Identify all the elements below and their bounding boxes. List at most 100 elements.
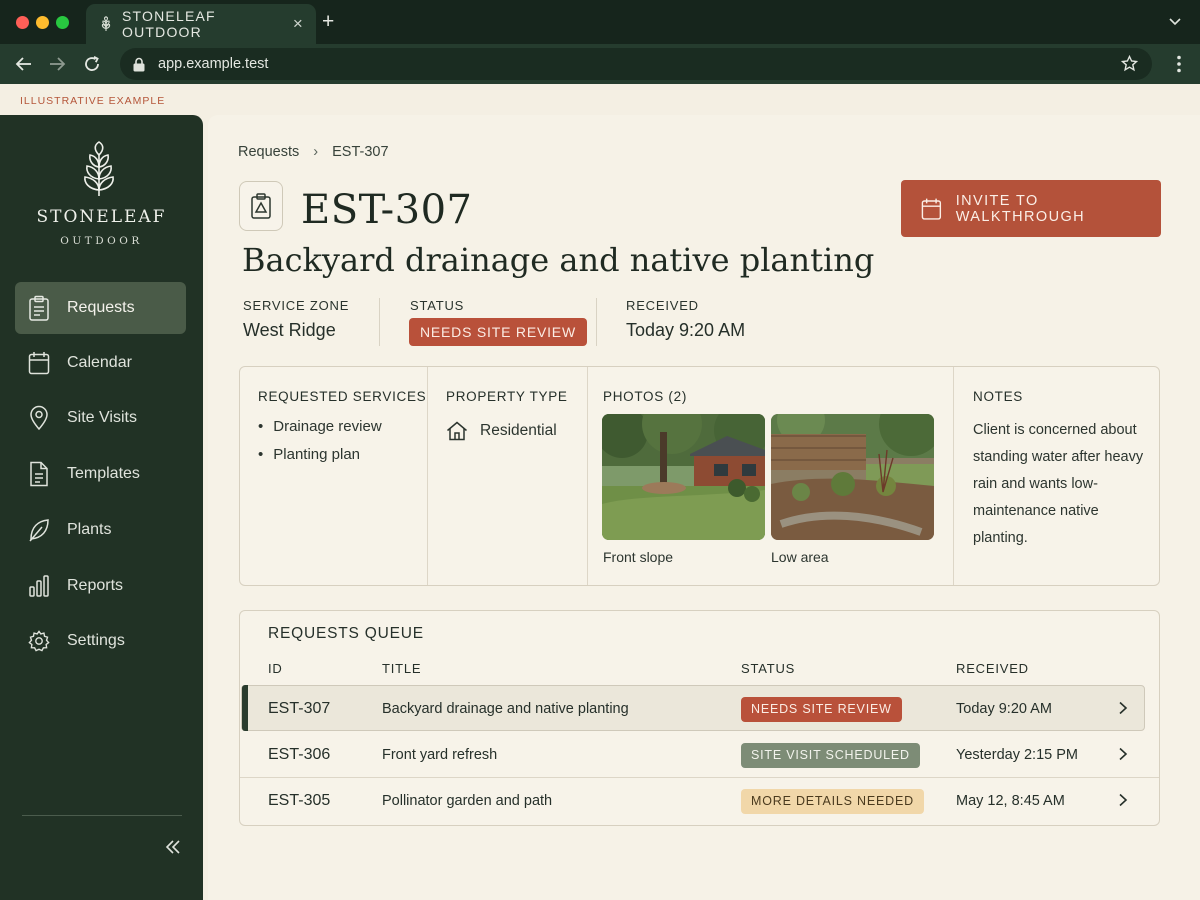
table-row[interactable]: EST-306 Front yard refresh SITE VISIT SC… — [240, 732, 1159, 778]
browser-menu-icon[interactable] — [1176, 54, 1182, 74]
column-header-id: ID — [268, 661, 283, 676]
invite-to-walkthrough-button[interactable]: INVITE TO WALKTHROUGH — [901, 180, 1161, 237]
sidebar-item-label: Templates — [67, 465, 140, 482]
notes-text: Client is concerned about standing water… — [973, 422, 1144, 546]
row-received: Yesterday 2:15 PM — [956, 747, 1078, 763]
sidebar-item-templates[interactable]: Templates — [15, 448, 186, 500]
property-type-label: PROPERTY TYPE — [446, 389, 568, 404]
status-badge: SITE VISIT SCHEDULED — [741, 742, 920, 768]
browser-toolbar: app.example.test — [0, 44, 1200, 84]
sidebar-item-label: Requests — [67, 299, 135, 316]
url-text: app.example.test — [158, 56, 269, 72]
sidebar-item-reports[interactable]: Reports — [15, 560, 186, 612]
sidebar-item-site-visits[interactable]: Site Visits — [15, 392, 186, 444]
column-divider — [587, 367, 588, 585]
photo-low-area[interactable] — [771, 414, 934, 540]
photo-front-slope[interactable] — [602, 414, 765, 540]
collapse-sidebar-icon[interactable] — [164, 839, 182, 855]
status-badge: NEEDS SITE REVIEW — [741, 696, 902, 722]
sidebar-item-settings[interactable]: Settings — [15, 615, 186, 667]
service-item: Planting plan — [258, 446, 360, 463]
status-badge: MORE DETAILS NEEDED — [741, 788, 924, 814]
calendar-icon — [921, 198, 942, 220]
sidebar: STONELEAF OUTDOOR Requests Calendar Site… — [0, 115, 203, 900]
minimize-window-button[interactable] — [36, 16, 49, 29]
meta-divider — [596, 298, 597, 346]
status-badge: NEEDS SITE REVIEW — [409, 318, 587, 346]
row-title: Pollinator garden and path — [382, 793, 553, 809]
table-row[interactable]: EST-307 Backyard drainage and native pla… — [241, 685, 1145, 731]
chevron-right-icon[interactable] — [1118, 701, 1128, 715]
row-status: NEEDS SITE REVIEW — [741, 686, 902, 732]
row-status: SITE VISIT SCHEDULED — [741, 732, 920, 778]
brand-name: STONELEAF — [36, 207, 167, 227]
back-arrow-icon[interactable] — [14, 54, 34, 74]
app-surface: ILLUSTRATIVE EXAMPLE STONELEAF OUTDOOR R… — [0, 84, 1200, 900]
bar-chart-icon — [29, 575, 49, 597]
breadcrumb-separator: › — [313, 144, 319, 160]
browser-tab[interactable]: STONELEAF OUTDOOR × — [86, 4, 316, 44]
leaf-favicon-icon — [101, 16, 111, 31]
breadcrumb: Requests › EST-307 — [238, 144, 389, 160]
chevron-right-icon[interactable] — [1118, 793, 1128, 807]
meta-divider — [379, 298, 380, 346]
sidebar-item-label: Calendar — [67, 354, 132, 371]
gear-icon — [28, 630, 50, 652]
sidebar-divider — [22, 815, 182, 816]
sidebar-item-label: Plants — [67, 521, 112, 538]
status-label: STATUS — [410, 298, 465, 313]
service-zone-label: SERVICE ZONE — [243, 298, 350, 313]
sidebar-item-requests[interactable]: Requests — [15, 282, 186, 334]
row-title: Backyard drainage and native planting — [382, 701, 629, 717]
invite-button-label: INVITE TO WALKTHROUGH — [955, 192, 1086, 225]
row-received: Today 9:20 AM — [956, 701, 1052, 717]
chevron-down-icon[interactable] — [1168, 14, 1182, 28]
column-header-status: STATUS — [741, 661, 796, 676]
received-value: Today 9:20 AM — [626, 320, 746, 340]
sidebar-item-label: Site Visits — [67, 409, 137, 426]
sidebar-item-calendar[interactable]: Calendar — [15, 337, 186, 389]
page-title: EST-307 — [301, 187, 473, 233]
photo-caption: Low area — [771, 549, 829, 565]
row-id: EST-307 — [268, 700, 331, 717]
column-header-received: RECEIVED — [956, 661, 1029, 676]
brand-subtitle: OUTDOOR — [60, 235, 143, 247]
illustrative-banner: ILLUSTRATIVE EXAMPLE — [20, 95, 166, 107]
sidebar-item-plants[interactable]: Plants — [15, 504, 186, 556]
sidebar-item-label: Settings — [67, 632, 125, 649]
breadcrumb-parent-link[interactable]: Requests — [238, 144, 299, 160]
close-window-button[interactable] — [16, 16, 29, 29]
forward-arrow-icon[interactable] — [47, 54, 67, 74]
low-area-photo-image — [771, 414, 934, 540]
photo-caption: Front slope — [603, 549, 674, 565]
row-id: EST-306 — [268, 746, 331, 763]
row-title: Front yard refresh — [382, 747, 498, 763]
maximize-window-button[interactable] — [56, 16, 69, 29]
chevron-right-icon[interactable] — [1118, 747, 1128, 761]
main-panel: Requests › EST-307 EST-307 Backyard drai… — [208, 115, 1200, 900]
property-type-value: Residential — [446, 421, 557, 441]
property-type-text: Residential — [480, 422, 557, 439]
table-row[interactable]: EST-305 Pollinator garden and path MORE … — [240, 778, 1159, 824]
map-pin-icon — [30, 405, 48, 431]
row-received: May 12, 8:45 AM — [956, 793, 1065, 809]
request-details-card: REQUESTED SERVICES Drainage review Plant… — [239, 366, 1160, 586]
queue-title: REQUESTS QUEUE — [268, 625, 424, 642]
sidebar-item-label: Reports — [67, 577, 124, 594]
front-yard-photo-image — [602, 414, 765, 540]
clipboard-icon — [29, 295, 49, 321]
clipboard-alert-icon — [251, 193, 271, 219]
new-tab-button[interactable]: + — [322, 10, 334, 34]
request-title: Backyard drainage and native planting — [242, 241, 875, 279]
received-label: RECEIVED — [626, 298, 699, 313]
address-bar[interactable]: app.example.test — [120, 48, 1152, 80]
tab-close-icon[interactable]: × — [293, 14, 304, 34]
lock-icon — [133, 57, 145, 71]
bookmark-star-icon[interactable] — [1121, 55, 1138, 72]
document-icon — [30, 461, 48, 487]
column-divider — [953, 367, 954, 585]
requested-services-label: REQUESTED SERVICES — [258, 389, 427, 404]
request-type-icon — [239, 181, 283, 231]
column-divider — [427, 367, 428, 585]
reload-icon[interactable] — [82, 54, 102, 74]
